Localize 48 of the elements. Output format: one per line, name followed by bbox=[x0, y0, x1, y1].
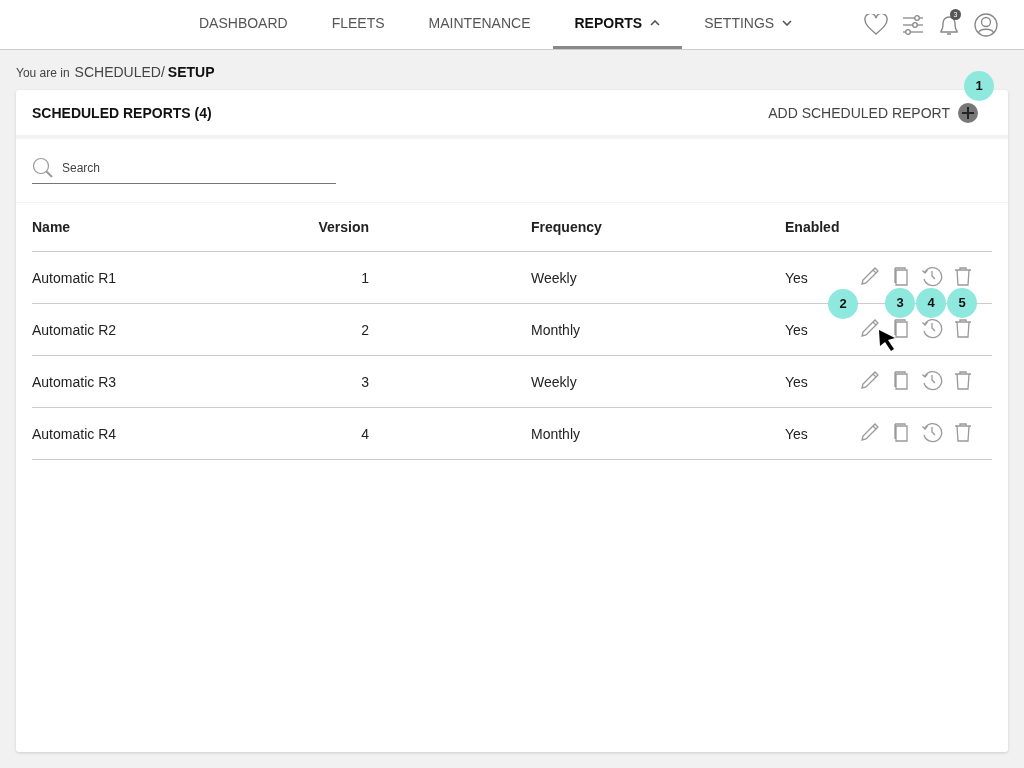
plus-icon bbox=[958, 102, 978, 123]
table-cell-text: Automatic R2 bbox=[32, 321, 118, 338]
table-cell-text: Weekly bbox=[531, 269, 578, 286]
callout-marker: 4 bbox=[916, 287, 946, 318]
callout-marker: 3 bbox=[885, 287, 915, 318]
table-cell-text: Automatic R4 bbox=[32, 425, 118, 442]
breadcrumb-link[interactable]: SCHEDULED/ bbox=[74, 64, 165, 80]
table-cell-text: 1 bbox=[360, 269, 369, 286]
table-cell-text: Automatic R3 bbox=[32, 373, 118, 390]
user-avatar-icon[interactable] bbox=[974, 12, 998, 37]
panel-title: SCHEDULED REPORTS (4) bbox=[32, 104, 212, 121]
nav-tab[interactable]: SETTINGS bbox=[682, 0, 815, 49]
column-header: Frequency bbox=[531, 219, 603, 235]
search-field[interactable]: Search bbox=[32, 151, 336, 184]
table-cell-text: Monthly bbox=[531, 425, 582, 442]
history-icon[interactable] bbox=[921, 368, 943, 391]
table-cell-text: 2 bbox=[360, 321, 369, 338]
callout-marker: 2 bbox=[828, 288, 858, 319]
search-icon bbox=[32, 157, 54, 179]
table-cell-text: Automatic R1 bbox=[32, 269, 118, 286]
history-icon[interactable] bbox=[921, 316, 943, 339]
sliders-icon[interactable] bbox=[902, 14, 924, 35]
breadcrumb-prefix: You are in bbox=[16, 66, 70, 80]
column-header: Name bbox=[32, 219, 72, 235]
column-header: Enabled bbox=[785, 219, 841, 235]
nav-tab[interactable]: REPORTS bbox=[552, 0, 683, 49]
table-cell-text: Yes bbox=[785, 321, 809, 338]
trash-icon[interactable] bbox=[952, 316, 974, 339]
table-cell-text: Monthly bbox=[531, 321, 582, 338]
history-icon[interactable] bbox=[921, 420, 943, 443]
callout-marker: 1 bbox=[964, 70, 994, 101]
trash-icon[interactable] bbox=[952, 368, 974, 391]
breadcrumb-current: SETUP bbox=[167, 64, 215, 80]
trash-icon[interactable] bbox=[952, 264, 974, 287]
table-cell-text: 4 bbox=[360, 425, 369, 442]
history-icon[interactable] bbox=[921, 264, 943, 287]
table-cell-text: Yes bbox=[785, 269, 809, 286]
column-header: Version bbox=[317, 219, 369, 235]
trash-icon[interactable] bbox=[952, 420, 974, 443]
table-cell-text: Weekly bbox=[531, 373, 578, 390]
table-cell-text: Yes bbox=[785, 373, 809, 390]
nav-tab[interactable]: DASHBOARD bbox=[177, 0, 310, 49]
nav-tab[interactable]: MAINTENANCE bbox=[406, 0, 553, 49]
nav-tab[interactable]: FLEETS bbox=[309, 0, 407, 49]
callout-marker: 5 bbox=[947, 287, 977, 318]
table-cell-text: 3 bbox=[360, 373, 369, 390]
heart-icon[interactable] bbox=[864, 13, 888, 36]
table-cell-text: Yes bbox=[785, 425, 809, 442]
